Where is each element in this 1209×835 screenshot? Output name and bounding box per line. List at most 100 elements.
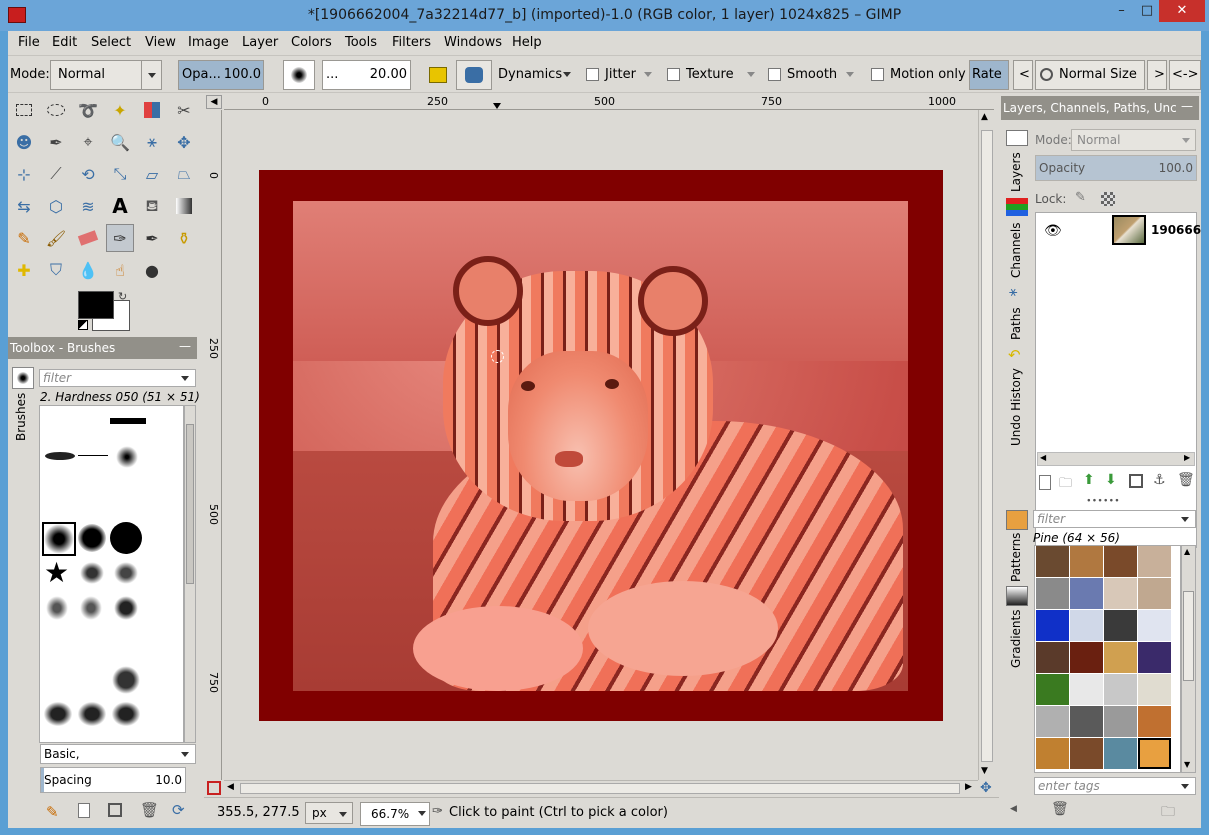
scrollbar-thumb[interactable] — [240, 783, 960, 794]
pencil-tool[interactable]: ✎ — [10, 224, 38, 252]
close-button[interactable]: ✕ — [1159, 0, 1205, 22]
pattern-item[interactable] — [1138, 674, 1171, 705]
menu-edit[interactable]: Edit — [52, 35, 77, 50]
tab-channels[interactable]: Channels — [1009, 220, 1023, 280]
tab-layers[interactable]: Layers — [1009, 150, 1023, 194]
normal-size-button[interactable]: Normal Size — [1035, 60, 1145, 90]
gradients-tab-icon[interactable] — [1006, 586, 1028, 606]
pattern-item[interactable] — [1070, 706, 1103, 737]
flip-tool[interactable]: ⇆ — [10, 192, 38, 220]
ink-tool[interactable]: ✒ — [138, 224, 166, 252]
layer-group-icon[interactable]: 🗀 — [1059, 474, 1072, 496]
dock-menu-icon[interactable]: — — [1181, 99, 1193, 113]
pattern-item[interactable] — [1138, 610, 1171, 641]
quick-mask-toggle[interactable] — [207, 781, 221, 795]
quick-mask-corner-button[interactable]: ◀ — [206, 95, 222, 109]
scroll-left-button[interactable]: ◀ — [1040, 453, 1046, 462]
minimize-button[interactable]: – — [1108, 0, 1135, 22]
brush-item[interactable] — [110, 522, 142, 554]
clone-tool[interactable]: ⚱ — [170, 224, 198, 252]
menu-help[interactable]: Help — [512, 35, 542, 50]
brush-item[interactable] — [46, 596, 68, 620]
options-prev-button[interactable]: < — [1013, 60, 1033, 90]
tab-gradients[interactable]: Gradients — [1009, 610, 1023, 668]
delete-layer-icon[interactable]: 🗑 — [1177, 472, 1195, 488]
scroll-down-button[interactable]: ▼ — [981, 766, 988, 776]
scroll-up-button[interactable]: ▲ — [1184, 547, 1190, 556]
new-layer-icon[interactable] — [1039, 475, 1051, 490]
vertical-ruler[interactable]: 0 250 500 750 — [204, 110, 222, 780]
foreground-color-swatch[interactable] — [78, 291, 114, 319]
dynamics-icon[interactable] — [456, 60, 492, 90]
expand-button[interactable]: <-> — [1169, 60, 1201, 90]
canvas[interactable] — [224, 110, 978, 780]
anchor-layer-icon[interactable]: ⚓ — [1153, 472, 1166, 488]
options-next-button[interactable]: > — [1147, 60, 1167, 90]
new-brush-icon[interactable] — [78, 803, 90, 818]
pattern-item[interactable] — [1138, 546, 1171, 577]
brush-item[interactable]: ★ — [44, 556, 69, 589]
eye-icon[interactable]: 👁 — [1044, 223, 1062, 239]
pattern-item[interactable] — [1104, 674, 1137, 705]
layers-hscroll[interactable]: ◀ ▶ — [1037, 452, 1195, 466]
pattern-tags-input[interactable]: enter tags — [1034, 777, 1196, 795]
tab-brushes[interactable]: Brushes — [14, 391, 28, 443]
brush-item[interactable] — [110, 418, 146, 424]
dodge-burn-tool[interactable]: ● — [138, 256, 166, 284]
pattern-item[interactable] — [1070, 578, 1103, 609]
brush-grid[interactable]: ★ — [39, 405, 184, 743]
texture-checkbox[interactable] — [667, 68, 680, 81]
pattern-item[interactable] — [1036, 546, 1069, 577]
brush-item[interactable] — [114, 562, 138, 584]
brush-tag-combo[interactable]: Basic, — [40, 744, 196, 764]
smudge-tool[interactable]: ☝ — [106, 256, 134, 284]
default-colors-icon[interactable] — [78, 320, 88, 330]
pattern-item[interactable] — [1036, 642, 1069, 673]
menu-layer[interactable]: Layer — [242, 35, 278, 50]
scrollbar-thumb[interactable] — [1183, 591, 1194, 681]
pattern-item[interactable] — [1138, 642, 1171, 673]
pattern-item[interactable] — [1036, 706, 1069, 737]
crop-tool[interactable]: ⟋ — [42, 160, 70, 188]
move-tool[interactable]: ✥ — [170, 128, 198, 156]
pattern-item[interactable] — [1036, 738, 1069, 769]
scroll-right-button[interactable]: ▶ — [965, 782, 972, 792]
pattern-item-selected[interactable] — [1138, 738, 1171, 769]
smooth-checkbox[interactable] — [768, 68, 781, 81]
tab-patterns[interactable]: Patterns — [1009, 532, 1023, 582]
pattern-item[interactable] — [1070, 610, 1103, 641]
mode-dropdown-button[interactable] — [141, 61, 161, 89]
scroll-down-button[interactable]: ▼ — [1184, 760, 1190, 769]
spacing-slider[interactable]: Spacing 10.0 — [40, 767, 186, 793]
brush-item[interactable] — [80, 562, 104, 584]
pattern-item[interactable] — [1070, 674, 1103, 705]
ellipse-select-tool[interactable] — [42, 96, 70, 124]
chevron-down-icon[interactable] — [418, 811, 426, 816]
menu-colors[interactable]: Colors — [291, 35, 332, 50]
scroll-up-button[interactable]: ▲ — [981, 112, 988, 122]
menu-image[interactable]: Image — [188, 35, 229, 50]
vertical-scrollbar[interactable]: ▲ ▼ — [978, 110, 995, 780]
horizontal-scrollbar[interactable]: ◀ ▶ — [224, 780, 978, 796]
bucket-fill-tool[interactable]: ⛾ — [138, 192, 166, 220]
scrollbar-thumb[interactable] — [981, 130, 993, 762]
maximize-button[interactable]: □ — [1135, 0, 1159, 22]
rect-select-tool[interactable] — [10, 96, 38, 124]
brush-grid-scrollbar[interactable] — [184, 405, 196, 743]
menu-tools[interactable]: Tools — [345, 35, 377, 50]
shear-tool[interactable]: ▱ — [138, 160, 166, 188]
tab-undo-history[interactable]: Undo History — [1009, 366, 1023, 448]
rate-slider[interactable]: Rate — [969, 60, 1009, 90]
reset-size-icon[interactable] — [429, 67, 447, 83]
jitter-checkbox[interactable] — [586, 68, 599, 81]
paths-tool[interactable]: ✒ — [42, 128, 70, 156]
duplicate-brush-icon[interactable] — [108, 803, 122, 817]
layers-tab-icon[interactable] — [1006, 130, 1028, 146]
open-pattern-folder-icon[interactable]: 🗀 — [1161, 801, 1175, 825]
pattern-item[interactable] — [1104, 706, 1137, 737]
brush-item[interactable] — [44, 702, 72, 726]
brush-item[interactable] — [78, 702, 106, 726]
warp-transform-tool[interactable]: ≋ — [74, 192, 102, 220]
pattern-item[interactable] — [1138, 706, 1171, 737]
pattern-item[interactable] — [1036, 674, 1069, 705]
